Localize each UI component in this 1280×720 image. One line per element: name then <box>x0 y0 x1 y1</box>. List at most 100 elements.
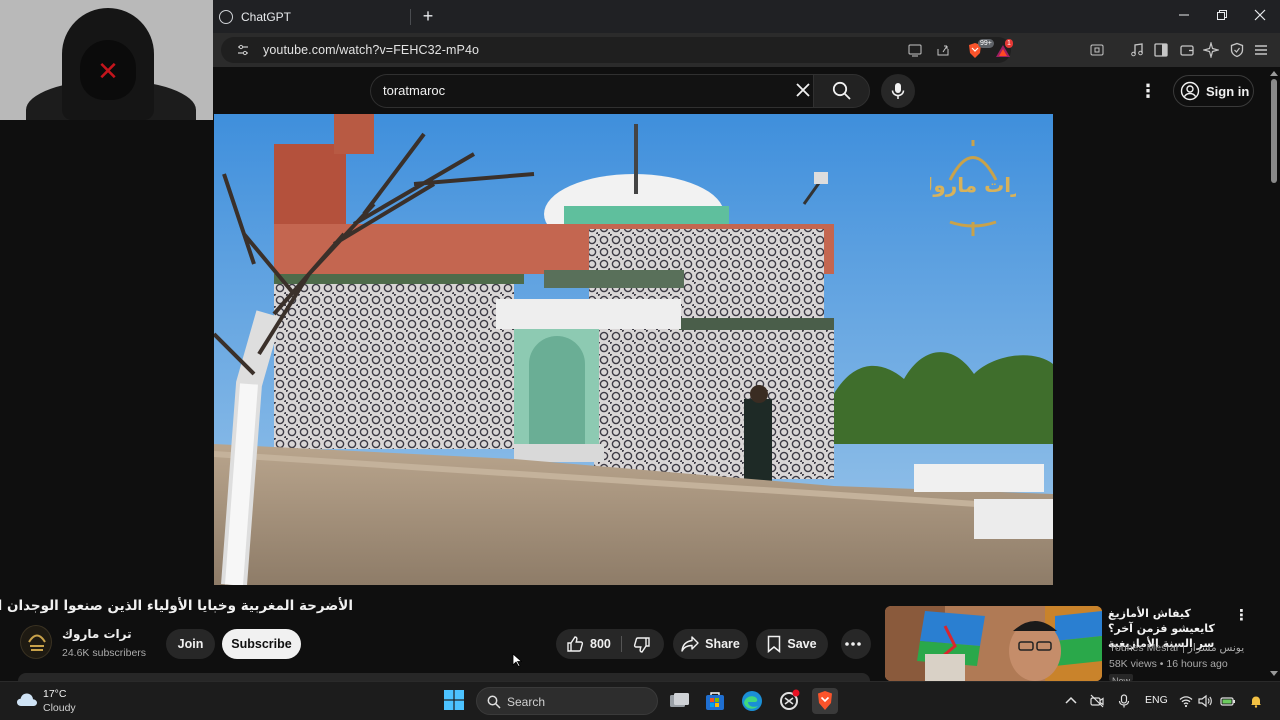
task-view-button[interactable] <box>666 688 692 714</box>
voice-search-button[interactable] <box>881 74 915 108</box>
settings-menu-icon[interactable]: ⋮ <box>1138 80 1158 102</box>
recommended-channel[interactable]: Younes Mesrar | يونس مسرار <box>1109 642 1244 654</box>
account-icon <box>1180 81 1200 101</box>
search-button[interactable] <box>813 74 870 108</box>
page-scrollbar[interactable] <box>1268 67 1280 681</box>
restore-button[interactable] <box>1211 6 1233 28</box>
windows-start-icon[interactable] <box>444 690 464 710</box>
search-input[interactable]: toratmaroc <box>370 74 813 108</box>
share-icon <box>681 636 699 652</box>
chevron-up-icon[interactable] <box>1064 694 1078 708</box>
notification-bell-icon[interactable] <box>1249 694 1263 708</box>
recommended-menu-icon[interactable]: ⋮ <box>1234 606 1249 626</box>
recommended-meta: 58K views • 16 hours ago <box>1109 658 1228 670</box>
taskbar-search[interactable]: Search <box>476 687 658 715</box>
channel-avatar[interactable] <box>20 625 52 659</box>
share-page-icon[interactable] <box>935 43 951 57</box>
weather-condition: Cloudy <box>43 702 76 714</box>
windows-taskbar: 17°C Cloudy Search ENG <box>0 681 1280 720</box>
sign-in-button[interactable]: Sign in <box>1173 75 1254 107</box>
brave-browser-icon <box>818 691 832 710</box>
battery-icon[interactable] <box>1220 694 1236 708</box>
tab-title: ChatGPT <box>241 9 292 24</box>
search-icon <box>832 81 851 100</box>
volume-icon[interactable] <box>1198 694 1212 708</box>
cloud-icon <box>17 693 37 706</box>
menu-icon[interactable] <box>1253 42 1269 58</box>
task-view-icon <box>670 693 689 707</box>
channel-name[interactable]: ترات ماروك <box>62 627 132 641</box>
microphone-icon[interactable] <box>1117 694 1131 708</box>
save-label: Save <box>787 637 817 651</box>
mask-glow-icon: ✕ <box>97 56 119 86</box>
site-settings-icon[interactable] <box>237 44 249 56</box>
video-title: الأضرحة المغربية وخبايا الأولياء الذين ص… <box>0 598 353 614</box>
chatgpt-icon <box>780 689 800 710</box>
video-player[interactable] <box>214 114 1053 585</box>
webcam-overlay: ✕ <box>0 0 213 120</box>
new-badge: New <box>1109 674 1134 681</box>
rewards-badge: 1 <box>1005 39 1013 48</box>
join-button[interactable]: Join <box>166 629 215 659</box>
scroll-down-arrow-icon[interactable] <box>1270 671 1278 676</box>
omnibox[interactable]: youtube.com/watch?v=FEHC32-mP4o 99+ 1 <box>221 37 1013 63</box>
cast-icon[interactable] <box>907 43 923 57</box>
vpn-shield-icon[interactable] <box>1229 42 1245 58</box>
input-language[interactable]: ENG <box>1145 694 1168 706</box>
wifi-icon[interactable] <box>1179 694 1193 708</box>
tab-separator <box>410 9 411 25</box>
scroll-up-arrow-icon[interactable] <box>1270 71 1278 76</box>
brave-app[interactable] <box>812 688 838 714</box>
temperature: 17°C <box>43 688 67 700</box>
like-count[interactable]: 800 <box>590 637 611 651</box>
minimize-button[interactable] <box>1173 6 1195 28</box>
sidebar-icon[interactable] <box>1153 42 1169 58</box>
more-horizontal-icon <box>845 642 861 646</box>
recommended-thumbnail[interactable] <box>885 606 1102 681</box>
youtube-masthead: toratmaroc ⋮ Sign in <box>213 67 1268 114</box>
minimize-icon <box>1179 14 1189 16</box>
tab-chatgpt[interactable]: ChatGPT <box>213 0 413 33</box>
thumbs-up-icon[interactable] <box>566 635 584 653</box>
video-frame <box>214 114 1053 585</box>
microsoft-store-icon <box>706 692 724 710</box>
clear-search-button[interactable] <box>792 79 814 103</box>
subscriber-count: 24.6K subscribers <box>62 647 147 659</box>
like-separator <box>621 636 622 652</box>
search-icon <box>487 695 501 709</box>
edge-app[interactable] <box>739 688 765 714</box>
url-text[interactable]: youtube.com/watch?v=FEHC32-mP4o <box>263 43 479 57</box>
recommended-thumbnail-image <box>885 606 1102 681</box>
search-query[interactable]: toratmaroc <box>383 83 445 98</box>
like-dislike-group: 800 <box>556 629 664 659</box>
brave-shields-badge: 99+ <box>978 39 994 48</box>
wallet-icon[interactable] <box>1179 42 1195 58</box>
save-button[interactable]: Save <box>756 629 828 659</box>
channel-logo-icon <box>28 634 46 651</box>
description-box[interactable] <box>18 673 870 681</box>
edge-browser-icon <box>742 691 762 711</box>
taskbar-search-label: Search <box>507 695 546 709</box>
chatgpt-favicon-icon <box>219 9 233 24</box>
watermark-text: ترات ماروك <box>930 173 1016 197</box>
new-tab-button[interactable]: + <box>417 6 439 28</box>
more-actions-button[interactable] <box>841 629 871 659</box>
scroll-thumb[interactable] <box>1271 79 1277 183</box>
channel-watermark-logo: ترات ماروك <box>930 140 1016 236</box>
thumbs-down-icon[interactable] <box>633 636 651 654</box>
close-window-button[interactable] <box>1249 6 1271 28</box>
browser-titlebar: ChatGPT + <box>213 0 1280 33</box>
music-icon[interactable] <box>1129 42 1145 58</box>
screenshot-icon[interactable] <box>1089 42 1105 58</box>
store-app[interactable] <box>702 688 728 714</box>
subscribe-button[interactable]: Subscribe <box>222 629 301 659</box>
mouse-cursor-icon <box>512 653 522 667</box>
close-icon <box>1254 9 1266 21</box>
bookmark-icon <box>768 635 781 653</box>
address-toolbar: youtube.com/watch?v=FEHC32-mP4o 99+ 1 <box>213 33 1280 67</box>
chatgpt-app[interactable] <box>776 688 802 714</box>
leo-ai-icon[interactable] <box>1203 42 1219 58</box>
share-button[interactable]: Share <box>673 629 748 659</box>
microphone-icon <box>891 83 905 99</box>
camera-off-icon[interactable] <box>1090 694 1104 708</box>
